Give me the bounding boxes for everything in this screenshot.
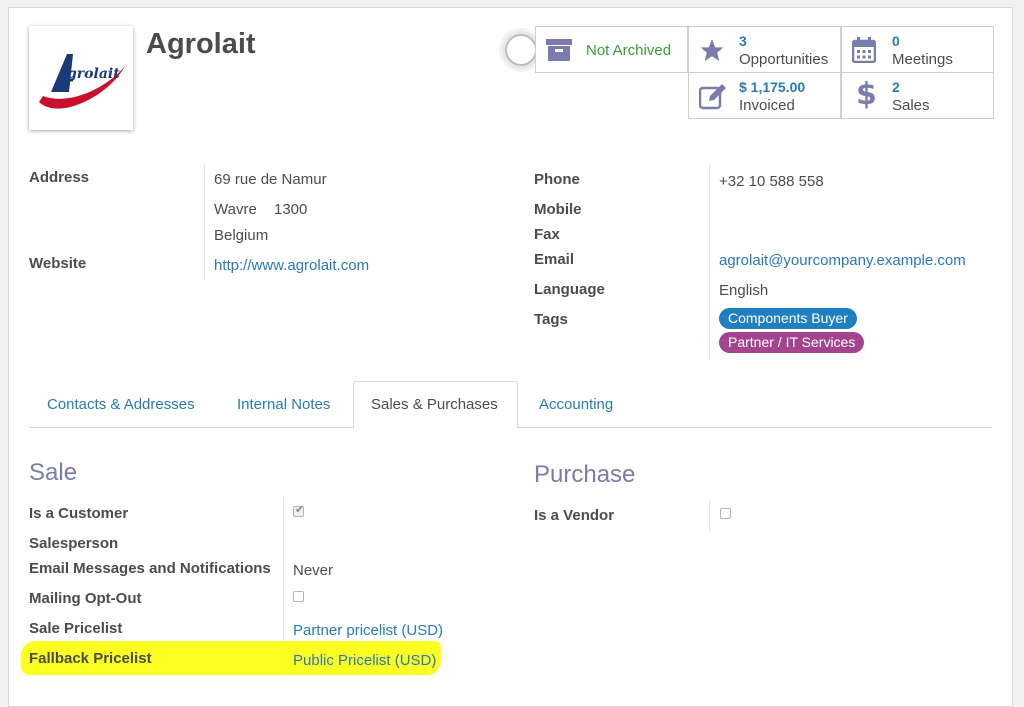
opportunities-button[interactable]: 3 Opportunities — [688, 26, 841, 73]
sales-count: 2 — [892, 79, 900, 95]
archive-status-label: Not Archived — [586, 42, 672, 59]
tab-contacts-addresses[interactable]: Contacts & Addresses — [47, 396, 195, 413]
sale-pricelist-link[interactable]: Partner pricelist (USD) — [293, 622, 443, 639]
zip-field[interactable]: 1300 — [274, 201, 307, 218]
salesperson-label: Salesperson — [29, 535, 119, 552]
city-field[interactable]: Wavre — [214, 201, 257, 218]
archive-toggle-button[interactable]: Not Archived — [535, 26, 688, 73]
opportunities-count: 3 — [739, 33, 747, 49]
meetings-count: 0 — [892, 33, 900, 49]
sales-label: Sales — [892, 97, 930, 114]
opportunities-label: Opportunities — [739, 51, 829, 68]
checkmark-icon: ✔ — [295, 504, 305, 516]
sale-section-title: Sale — [29, 459, 78, 486]
email-label: Email — [534, 251, 575, 268]
star-icon — [700, 39, 724, 61]
sales-button[interactable]: $ 2 Sales — [841, 72, 994, 119]
click-ripple-indicator — [505, 34, 537, 66]
invoiced-label: Invoiced — [739, 97, 795, 114]
email-link[interactable]: agrolait@yourcompany.example.com — [719, 252, 966, 269]
country-field[interactable]: Belgium — [214, 227, 268, 244]
purchase-section-title: Purchase — [534, 461, 636, 488]
tab-internal-notes[interactable]: Internal Notes — [237, 396, 330, 413]
website-link[interactable]: http://www.agrolait.com — [214, 257, 369, 274]
dollar-icon: $ — [856, 77, 877, 112]
language-label: Language — [534, 281, 605, 298]
mailing-optout-checkbox[interactable] — [293, 591, 304, 602]
edit-icon — [699, 84, 726, 110]
field-divider — [709, 165, 710, 359]
email-notifications-field[interactable]: Never — [293, 562, 333, 579]
archive-box-icon — [546, 39, 572, 61]
tab-sales-purchases-label: Sales & Purchases — [371, 396, 498, 413]
language-field[interactable]: English — [719, 282, 768, 299]
website-label: Website — [29, 255, 87, 272]
partner-name[interactable]: Agrolait — [146, 28, 256, 61]
phone-label: Phone — [534, 171, 580, 188]
street-field[interactable]: 69 rue de Namur — [214, 171, 327, 188]
field-divider — [204, 165, 205, 280]
agrolait-logo-icon: grolait — [39, 54, 125, 109]
invoiced-amount: $ 1,175.00 — [739, 79, 806, 95]
meetings-button[interactable]: 0 Meetings — [841, 26, 994, 73]
is-customer-label: Is a Customer — [29, 505, 129, 522]
fallback-pricelist-link[interactable]: Public Pricelist (USD) — [293, 652, 436, 669]
invoiced-button[interactable]: $ 1,175.00 Invoiced — [688, 72, 841, 119]
svg-text:grolait: grolait — [67, 66, 120, 82]
tag-partner-it-services[interactable]: Partner / IT Services — [719, 332, 865, 353]
partner-form-sheet: grolait Agrolait Not Archived 3 Opportun… — [8, 7, 1013, 707]
email-notifications-label: Email Messages and Notifications — [29, 560, 271, 577]
meetings-label: Meetings — [892, 51, 953, 68]
is-vendor-checkbox[interactable] — [720, 508, 731, 519]
calendar-icon — [852, 37, 876, 63]
mailing-optout-label: Mailing Opt-Out — [29, 590, 142, 607]
is-vendor-label: Is a Vendor — [534, 507, 615, 524]
is-customer-checkbox[interactable]: ✔ — [293, 504, 305, 517]
field-divider — [709, 500, 710, 532]
phone-field[interactable]: +32 10 588 558 — [719, 173, 824, 190]
tab-accounting[interactable]: Accounting — [539, 396, 613, 413]
partner-logo[interactable]: grolait — [29, 26, 133, 130]
tag-components-buyer[interactable]: Components Buyer — [719, 308, 857, 329]
address-label: Address — [29, 169, 90, 186]
tags-label: Tags — [534, 311, 568, 328]
fax-label: Fax — [534, 226, 560, 243]
tab-sales-purchases[interactable]: Sales & Purchases — [353, 381, 518, 428]
mobile-label: Mobile — [534, 201, 582, 218]
sale-pricelist-label: Sale Pricelist — [29, 620, 123, 637]
fallback-pricelist-label: Fallback Pricelist — [29, 650, 152, 667]
